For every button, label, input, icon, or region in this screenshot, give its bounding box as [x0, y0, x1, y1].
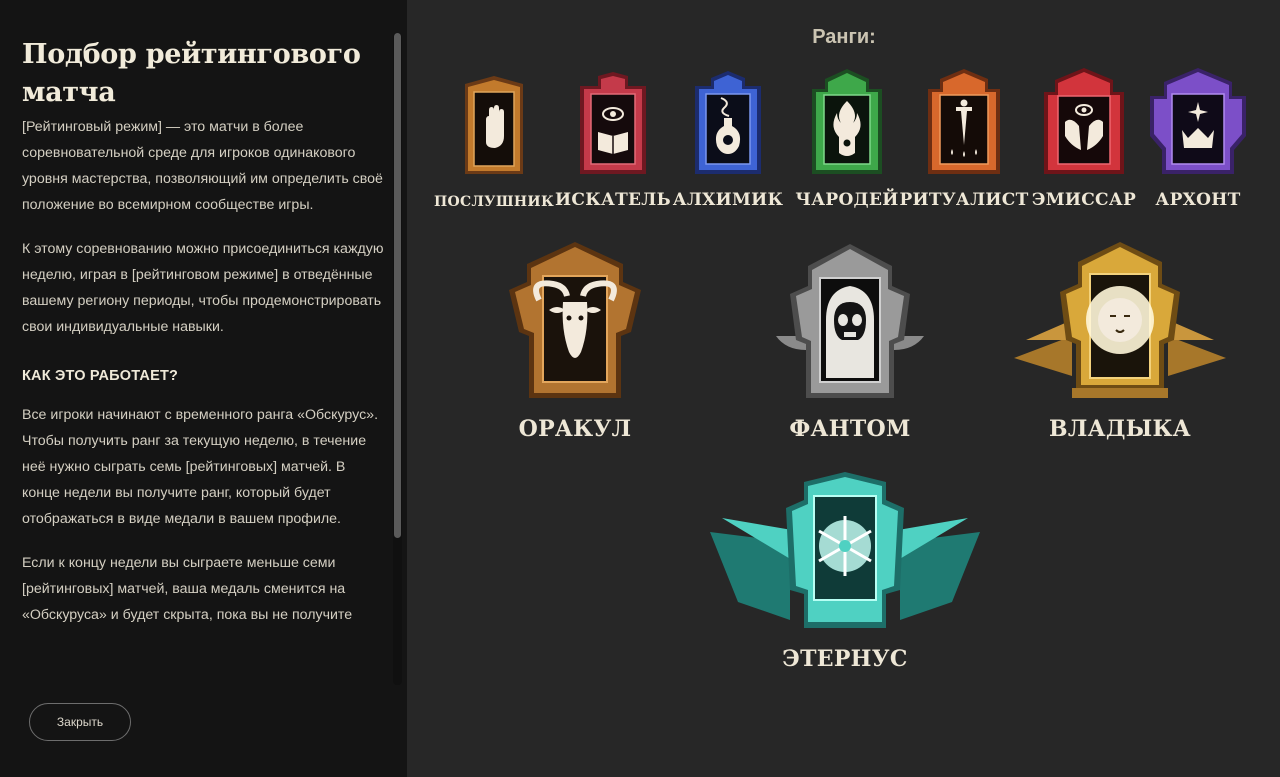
hands-eye-icon [1044, 68, 1124, 174]
dagger-icon [928, 69, 1000, 174]
eye-book-icon [580, 72, 646, 174]
sun-face-icon [1014, 242, 1226, 398]
flame-hand-icon [812, 69, 882, 174]
rank-emissary: ЭМИССАР [1028, 66, 1140, 210]
panel-title: Подбор рейтингового матча [22, 39, 361, 108]
info-scroll-area[interactable]: Подбор рейтингового матча [Рейтинговый р… [22, 36, 384, 684]
palm-icon [465, 76, 523, 174]
rank-label: АЛХИМИК [672, 190, 784, 210]
rank-eternus: ЭТЕРНУС [708, 470, 982, 672]
rank-phantom: ФАНТОМ [770, 240, 930, 442]
rank-label: ОРАКУЛ [518, 416, 632, 442]
fewer-matches-text: Если к концу недели вы сыграете меньше с… [22, 555, 353, 623]
how-it-works-text: Все игроки начинают с временного ранга «… [22, 407, 379, 527]
rank-label: РИТУАЛИСТ [899, 190, 1029, 210]
skull-hood-icon [776, 244, 924, 398]
intro-text: [Рейтинговый режим] — это матчи в более … [22, 119, 383, 213]
ranks-title: Ранги: [812, 26, 876, 48]
rank-alchemist: АЛХИМИК [672, 68, 784, 210]
join-text: К этому соревнованию можно присоединитьс… [22, 241, 384, 335]
close-button[interactable]: Закрыть [29, 703, 131, 741]
rank-seeker: ИСКАТЕЛЬ [554, 70, 672, 210]
rank-label: ВЛАДЫКА [1049, 416, 1191, 442]
rank-sorcerer: ЧАРОДЕЙ [790, 67, 904, 210]
rank-overlord: ВЛАДЫКА [1012, 240, 1228, 442]
rank-novice: ПОСЛУШНИК [434, 72, 554, 210]
rank-oracle: ОРАКУЛ [500, 240, 650, 442]
rank-ritualist: РИТУАЛИСТ [899, 67, 1028, 210]
rank-label: ЧАРОДЕЙ [795, 190, 899, 210]
rank-label: ФАНТОМ [789, 416, 911, 442]
goat-icon [509, 242, 641, 398]
rank-label: ПОСЛУШНИК [434, 194, 554, 210]
rank-label: ЭТЕРНУС [782, 646, 908, 672]
rank-archon: АРХОНТ [1148, 66, 1248, 210]
rank-label: ЭМИССАР [1031, 190, 1137, 210]
flask-icon [695, 71, 761, 174]
snowflake-icon [710, 472, 980, 628]
rank-label: АРХОНТ [1155, 190, 1241, 210]
rank-label: ИСКАТЕЛЬ [555, 190, 671, 210]
scrollbar-thumb[interactable] [394, 33, 401, 538]
how-it-works-heading: КАК ЭТО РАБОТАЕТ? [22, 368, 179, 384]
info-panel: Подбор рейтингового матча [Рейтинговый р… [0, 0, 407, 777]
crown-icon [1150, 68, 1246, 174]
